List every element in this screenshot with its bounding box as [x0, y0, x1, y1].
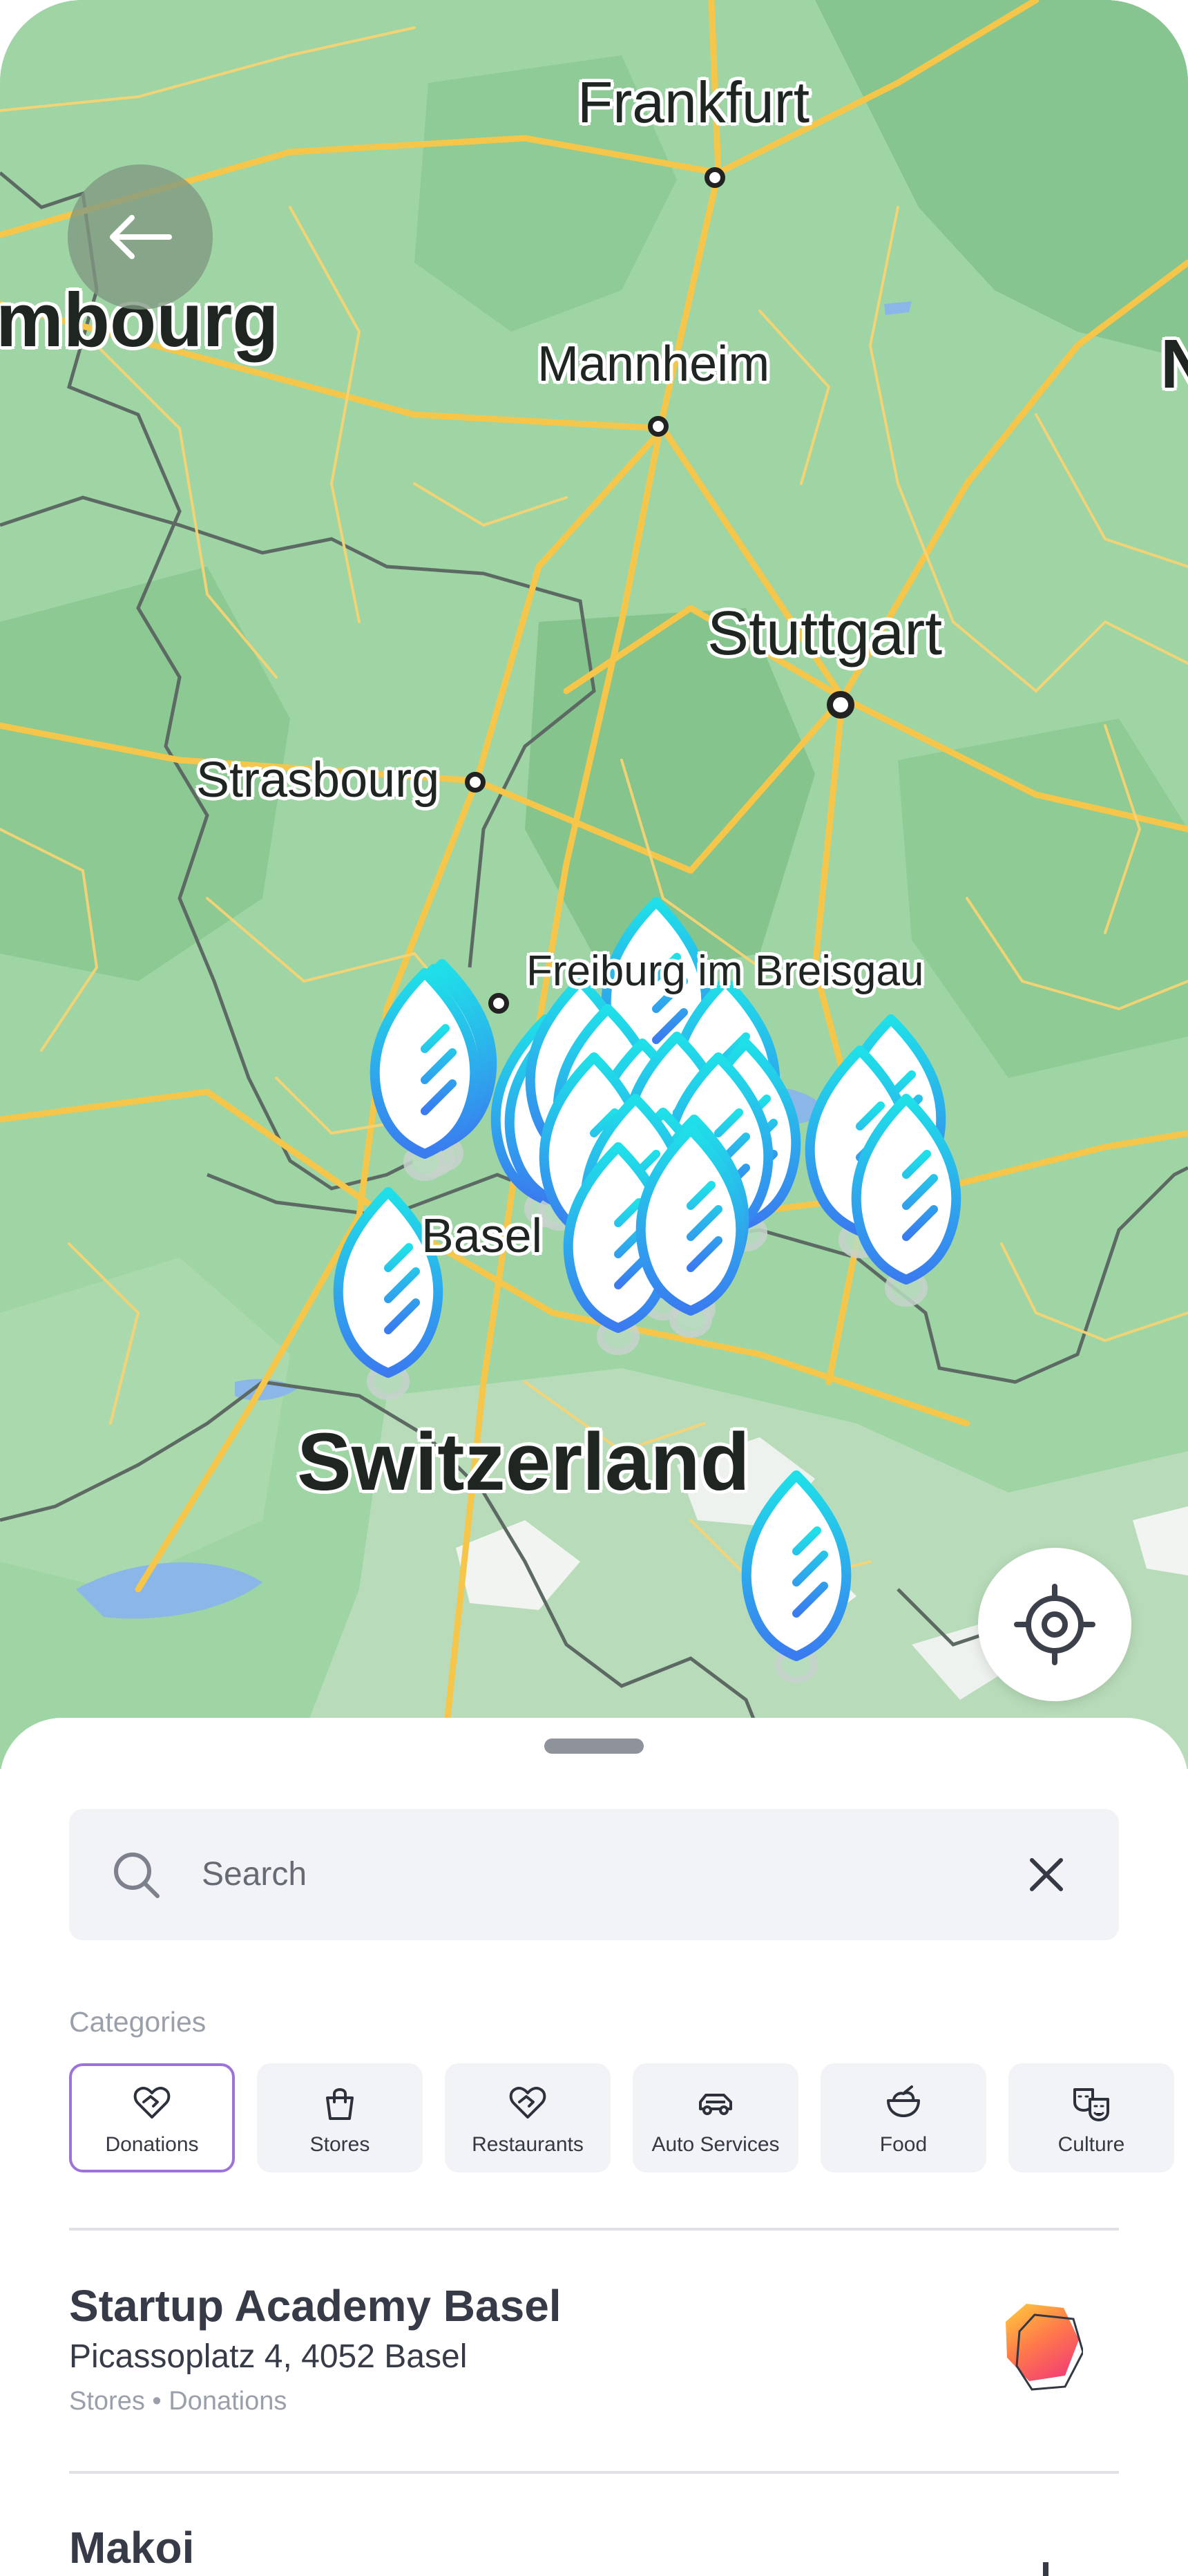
search-input[interactable]: Search: [202, 1852, 307, 1897]
place-logo[interactable]: [993, 2298, 1083, 2395]
theater-masks-icon: [1073, 2088, 1109, 2121]
crosshair-icon: [1014, 1584, 1095, 1665]
category-chip-stores[interactable]: Stores: [257, 2063, 423, 2172]
category-chip-label: Auto Services: [651, 2133, 780, 2156]
category-chip-label: Donations: [105, 2133, 199, 2156]
category-chip-culture[interactable]: Culture: [1008, 2063, 1174, 2172]
locate-me-button[interactable]: [978, 1548, 1131, 1701]
city-label-basel: Basel: [421, 1209, 543, 1262]
search-field[interactable]: Search: [69, 1809, 1119, 1940]
category-chip-label: Food: [879, 2133, 928, 2156]
close-icon[interactable]: [1025, 1853, 1068, 1896]
category-chip-label: Culture: [1057, 2133, 1125, 2156]
divider: [69, 2228, 1119, 2231]
place-categories: Stores • Donations: [69, 2387, 287, 2416]
category-chip-donations[interactable]: Donations: [69, 2063, 235, 2172]
category-chip-food[interactable]: Food: [821, 2063, 986, 2172]
category-chip-restaurants[interactable]: Restaurants: [445, 2063, 611, 2172]
city-label-mannheim: Mannheim: [537, 337, 770, 392]
city-label-switzerland: Switzerland: [297, 1417, 750, 1508]
city-dot-frankfurt: [705, 167, 725, 188]
heart-handshake-icon: [509, 2086, 546, 2119]
city-label-frankfurt: Frankfurt: [577, 70, 810, 135]
category-chip-label: Restaurants: [472, 2133, 584, 2156]
sheet-drag-handle[interactable]: [544, 1739, 644, 1754]
shopping-bag-icon: [326, 2088, 354, 2120]
arrow-left-icon: [110, 215, 172, 259]
city-label-stuttgart: Stuttgart: [707, 599, 943, 668]
car-icon: [699, 2094, 732, 2115]
category-chip-auto-services[interactable]: Auto Services: [633, 2063, 798, 2172]
back-button[interactable]: [68, 164, 213, 310]
category-chips: Donations Stores Restaurants Auto Servic…: [69, 2063, 1188, 2172]
place-name[interactable]: Makoi: [69, 2521, 194, 2575]
city-dot-stuttgart: [827, 691, 854, 719]
category-chip-label: Stores: [309, 2133, 370, 2156]
bottom-sheet[interactable]: Search Categories Donations Stores Resta…: [0, 1718, 1188, 2576]
city-label-strasbourg: Strasbourg: [196, 752, 440, 808]
heart-handshake-icon: [133, 2086, 171, 2119]
place-name[interactable]: Startup Academy Basel: [69, 2279, 562, 2333]
bowl-icon: [887, 2085, 920, 2117]
city-dot-strasbourg: [465, 772, 486, 793]
app-screen: Frankfurt mbourg Mannheim Stuttgart Stra…: [0, 0, 1188, 2576]
city-label-edge: N: [1160, 325, 1188, 403]
place-logo[interactable]: [1043, 2562, 1048, 2576]
city-dot-mannheim: [648, 416, 669, 437]
city-label-freiburg: Freiburg im Breisgau: [526, 947, 924, 995]
city-dot-freiburg: [488, 993, 509, 1014]
categories-title: Categories: [69, 2006, 207, 2038]
map-view[interactable]: Frankfurt mbourg Mannheim Stuttgart Stra…: [0, 0, 1188, 1769]
divider: [69, 2471, 1119, 2474]
search-icon: [114, 1853, 160, 1898]
place-address: Picassoplatz 4, 4052 Basel: [69, 2338, 468, 2375]
